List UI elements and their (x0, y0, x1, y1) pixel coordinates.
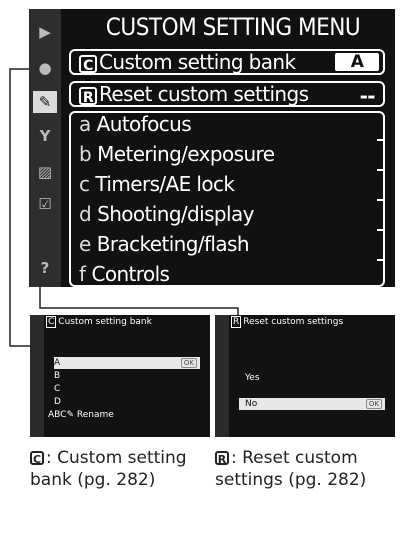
reset-icon: R (79, 86, 97, 106)
camera-menu-screen: ▶ ● ✎ Y ▨ ☑ ? CUSTOM SETTING MENU C Custo… (29, 9, 395, 287)
group-item-bracketing[interactable]: e Bracketing/flash (79, 231, 250, 257)
reset-option-no[interactable]: No OK (239, 398, 385, 410)
my-menu-icon[interactable]: ☑ (33, 193, 57, 215)
reset-label: Reset custom settings (99, 82, 309, 106)
reset-value: -- (359, 84, 376, 108)
help-icon[interactable]: ? (33, 257, 57, 279)
thumb-bank-title: C Custom setting bank (46, 316, 152, 328)
bank-option-c[interactable]: C (54, 383, 200, 395)
bank-label: Custom setting bank (99, 50, 296, 74)
menu-sidebar: ▶ ● ✎ Y ▨ ☑ ? (29, 9, 61, 287)
reset-custom-settings-row[interactable]: R Reset custom settings -- (69, 81, 385, 108)
setup-menu-icon[interactable]: Y (33, 125, 57, 147)
bank-option-d[interactable]: D (54, 396, 200, 408)
bank-icon: C (79, 54, 97, 74)
bank-rename[interactable]: ABC✎ Rename (48, 409, 194, 421)
bank-option-a[interactable]: A OK (54, 357, 200, 369)
custom-setting-menu-icon[interactable]: ✎ (33, 91, 57, 113)
group-item-metering[interactable]: b Metering/exposure (79, 141, 275, 167)
bank-caption: C: Custom setting bank (pg. 282) (30, 448, 187, 490)
playback-menu-icon[interactable]: ▶ (33, 21, 57, 43)
group-item-shooting-display[interactable]: d Shooting/display (79, 201, 254, 227)
group-item-controls[interactable]: f Controls (79, 261, 170, 287)
bank-option-b[interactable]: B (54, 370, 200, 382)
retouch-menu-icon[interactable]: ▨ (33, 161, 57, 183)
group-item-timers[interactable]: c Timers/AE lock (79, 171, 235, 197)
custom-setting-bank-row[interactable]: C Custom setting bank A (69, 49, 385, 75)
bank-value: A (335, 53, 379, 71)
group-item-autofocus[interactable]: a Autofocus (79, 111, 192, 137)
reset-screen-thumbnail: R Reset custom settings Yes No OK (215, 315, 395, 437)
bank-screen-thumbnail: C Custom setting bank A OK B C D ABC✎ Rena… (30, 315, 210, 437)
reset-caption: R: Reset custom settings (pg. 282) (215, 448, 367, 490)
reset-option-yes[interactable]: Yes (245, 372, 391, 384)
shooting-menu-icon[interactable]: ● (33, 57, 57, 79)
thumb-reset-title: R Reset custom settings (231, 316, 344, 328)
menu-title: CUSTOM SETTING MENU (105, 13, 361, 41)
